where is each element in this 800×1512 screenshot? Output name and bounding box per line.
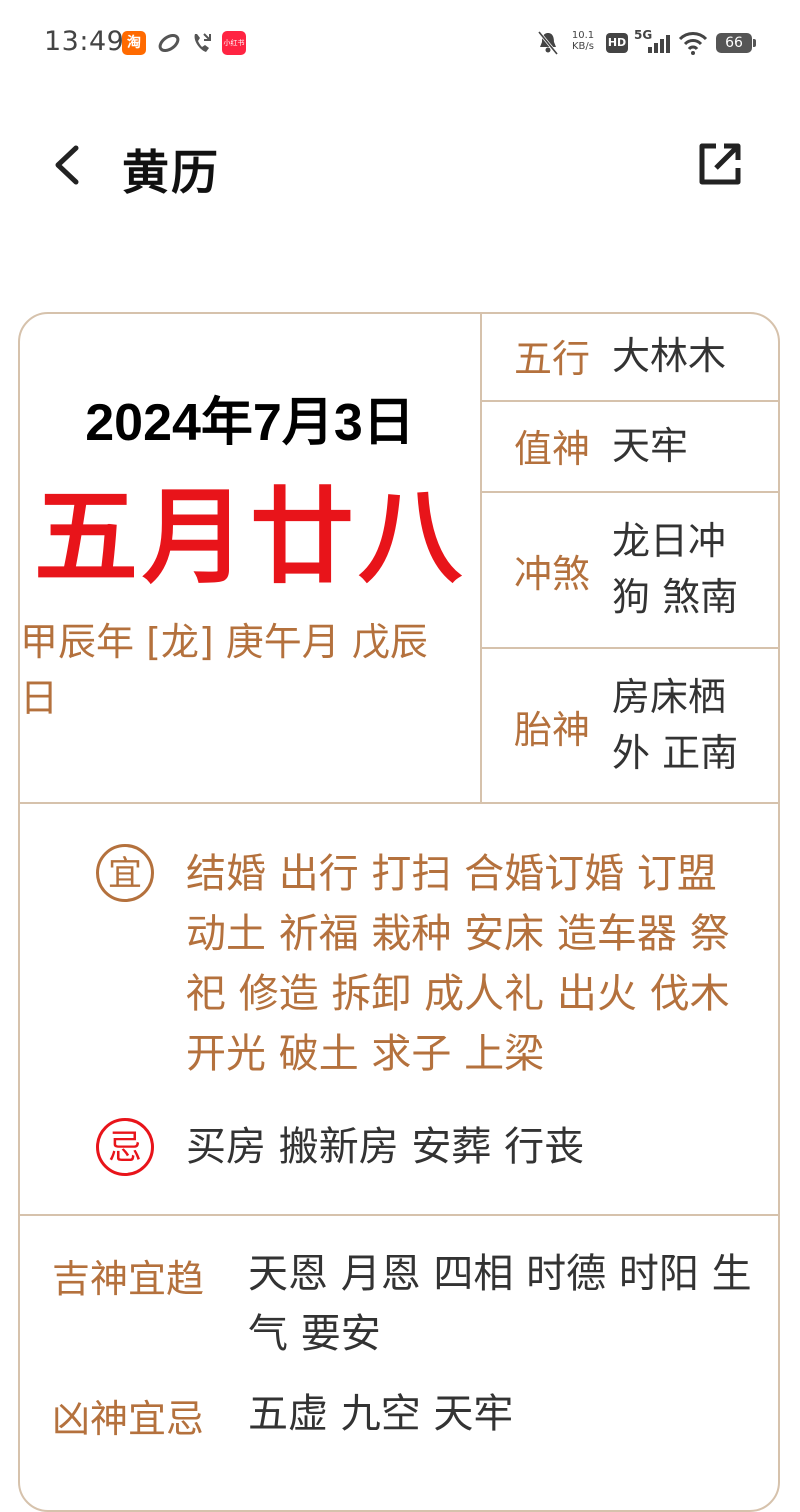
net-speed: 10.1 KB/s — [571, 30, 595, 52]
back-arrow-icon[interactable] — [46, 142, 92, 188]
info-label-chongsha: 冲煞 — [514, 552, 591, 596]
info-label-zhishen: 值神 — [514, 427, 591, 471]
xiaohongshu-icon: 小红书 — [222, 31, 246, 55]
ji-badge: 忌 — [96, 1118, 154, 1176]
xiongshen-label: 凶神宜忌 — [52, 1397, 205, 1441]
info-value-chongsha: 龙日冲狗 煞南 — [612, 519, 739, 619]
jishen-label: 吉神宜趋 — [52, 1257, 205, 1301]
card-divider — [482, 491, 780, 493]
gregorian-date: 2024年7月3日 — [85, 394, 415, 452]
cellular-signal-icon: 5G — [634, 28, 670, 56]
yi-badge: 宜 — [96, 844, 154, 902]
hd-icon: HD — [606, 33, 628, 53]
info-label-wuxing: 五行 — [514, 337, 591, 381]
battery-indicator: 66 — [716, 33, 756, 53]
jishen-value: 天恩 月恩 四相 时德 时阳 生气 要安 — [248, 1251, 752, 1357]
info-value-taishen: 房床栖外 正南 — [612, 675, 739, 775]
status-time: 13:49 — [44, 26, 125, 57]
card-divider — [480, 312, 482, 804]
card-divider — [482, 647, 780, 649]
status-bar: 13:49 淘 小红书 10.1 KB/s HD 5G 66 — [0, 0, 800, 86]
missed-call-icon — [194, 33, 211, 52]
app-leaf-icon — [158, 33, 180, 53]
share-icon[interactable] — [696, 140, 744, 188]
xiongshen-value: 五虚 九空 天牢 — [248, 1391, 514, 1437]
ganzhi-text: 甲辰年 [龙] 庚午月 戊辰日 — [20, 620, 428, 720]
bell-muted-icon — [537, 31, 559, 55]
card-divider — [18, 802, 780, 804]
wifi-icon — [678, 32, 708, 55]
lunar-date: 五月廿八 — [33, 476, 466, 598]
info-value-wuxing: 大林木 — [612, 334, 727, 378]
info-label-taishen: 胎神 — [514, 708, 591, 752]
card-divider — [482, 400, 780, 402]
ji-activities: 买房 搬新房 安葬 行丧 — [186, 1124, 585, 1170]
info-value-zhishen: 天牢 — [612, 424, 689, 468]
yi-activities: 结婚 出行 打扫 合婚订婚 订盟 动土 祈福 栽种 安床 造车器 祭祀 修造 拆… — [186, 851, 730, 1077]
card-divider — [18, 1214, 780, 1216]
page-title: 黄历 — [122, 146, 220, 201]
taobao-icon: 淘 — [122, 31, 146, 55]
